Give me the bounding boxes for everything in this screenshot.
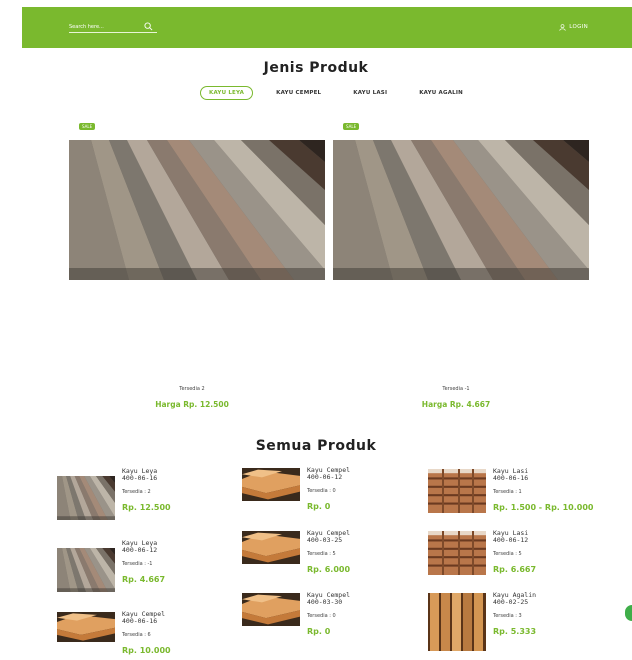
product-list-item[interactable]: Kayu Cempel 400-06-12 Tersedia : 0 Rp. 0 <box>242 467 422 527</box>
product-price: Rp. 10.000 <box>122 646 171 655</box>
product-price: Rp. 4.667 <box>122 575 166 584</box>
product-thumbnail[interactable] <box>57 476 115 520</box>
product-thumbnail[interactable] <box>428 469 486 513</box>
stock-text: Tersedia 2 <box>179 386 205 392</box>
search-input[interactable] <box>69 21 139 32</box>
product-date: 400-06-12 <box>122 546 158 554</box>
product-list-item[interactable]: Kayu Cempel 400-03-25 Tersedia : 5 Rp. 6… <box>242 530 422 590</box>
product-price: Rp. 0 <box>307 502 331 511</box>
product-thumbnail[interactable] <box>57 548 115 592</box>
login-label: LOGIN <box>569 24 588 30</box>
product-list-item[interactable]: Kayu Lasi 400-06-16 Tersedia : 1 Rp. 1.5… <box>428 468 608 528</box>
product-date: 400-03-25 <box>307 536 343 544</box>
product-price: Rp. 1.500 - Rp. 10.000 <box>493 503 594 512</box>
product-date: 400-06-12 <box>307 473 343 481</box>
product-list-item[interactable]: Kayu Lasi 400-06-12 Tersedia : 5 Rp. 6.6… <box>428 530 608 590</box>
floating-action-button[interactable] <box>625 605 632 621</box>
product-price: Rp. 6.000 <box>307 565 351 574</box>
product-date: 400-06-16 <box>122 617 158 625</box>
product-list-item[interactable]: Kayu Cempel 400-03-30 Tersedia : 0 Rp. 0 <box>242 592 422 652</box>
product-stock: Tersedia : -1 <box>122 561 153 567</box>
product-image[interactable] <box>69 140 325 280</box>
tab-kayu-lasi[interactable]: KAYU LASI <box>344 86 396 100</box>
product-date: 400-06-16 <box>122 474 158 482</box>
product-thumbnail[interactable] <box>57 612 115 642</box>
product-date: 400-03-30 <box>307 598 343 606</box>
product-price: Rp. 0 <box>307 627 331 636</box>
product-list-item[interactable]: Kayu Agalin 400-02-25 Tersedia : 3 Rp. 5… <box>428 592 608 652</box>
product-list-item[interactable]: Kayu Leya 400-06-12 Tersedia : -1 Rp. 4.… <box>57 540 237 600</box>
product-date: 400-06-12 <box>493 536 529 544</box>
product-stock: Tersedia : 5 <box>493 551 522 557</box>
product-stock: Tersedia : 1 <box>493 489 522 495</box>
product-stock: Tersedia : 0 <box>307 488 336 494</box>
stock-text: Tersedia -1 <box>442 386 470 392</box>
price-text: Harga Rp. 4.667 <box>421 400 491 409</box>
product-stock: Tersedia : 0 <box>307 613 336 619</box>
sale-badge: SALE <box>343 123 360 130</box>
sale-badge: SALE <box>79 123 96 130</box>
product-stock: Tersedia : 6 <box>122 632 151 638</box>
product-thumbnail[interactable] <box>428 593 486 651</box>
jenis-produk-title: Jenis Produk <box>263 60 369 76</box>
product-image[interactable] <box>333 140 589 280</box>
product-date: 400-02-25 <box>493 598 529 606</box>
product-price: Rp. 5.333 <box>493 627 537 636</box>
product-stock: Tersedia : 5 <box>307 551 336 557</box>
product-thumbnail[interactable] <box>428 531 486 575</box>
semua-produk-title: Semua Produk <box>255 438 377 454</box>
product-price: Rp. 6.667 <box>493 565 537 574</box>
product-list-item[interactable]: Kayu Cempel 400-06-16 Tersedia : 6 Rp. 1… <box>57 611 237 660</box>
tab-kayu-leya[interactable]: KAYU LEYA <box>200 86 254 100</box>
product-thumbnail[interactable] <box>242 531 300 564</box>
user-icon <box>559 23 566 31</box>
search-box <box>69 21 157 33</box>
login-button[interactable]: LOGIN <box>559 21 588 33</box>
price-text: Harga Rp. 12.500 <box>155 400 229 409</box>
product-stock: Tersedia : 3 <box>493 613 522 619</box>
tab-kayu-agalin[interactable]: KAYU AGALIN <box>410 86 472 100</box>
top-navbar: LOGIN <box>22 7 632 48</box>
product-price: Rp. 12.500 <box>122 503 171 512</box>
product-type-tabs: KAYU LEYA KAYU CEMPEL KAYU LASI KAYU AGA… <box>200 86 472 100</box>
product-thumbnail[interactable] <box>242 468 300 501</box>
tab-kayu-cempel[interactable]: KAYU CEMPEL <box>267 86 330 100</box>
search-icon[interactable] <box>144 22 153 31</box>
product-stock: Tersedia : 2 <box>122 489 151 495</box>
product-date: 400-06-16 <box>493 474 529 482</box>
product-thumbnail[interactable] <box>242 593 300 626</box>
product-list-item[interactable]: Kayu Leya 400-06-16 Tersedia : 2 Rp. 12.… <box>57 468 237 528</box>
